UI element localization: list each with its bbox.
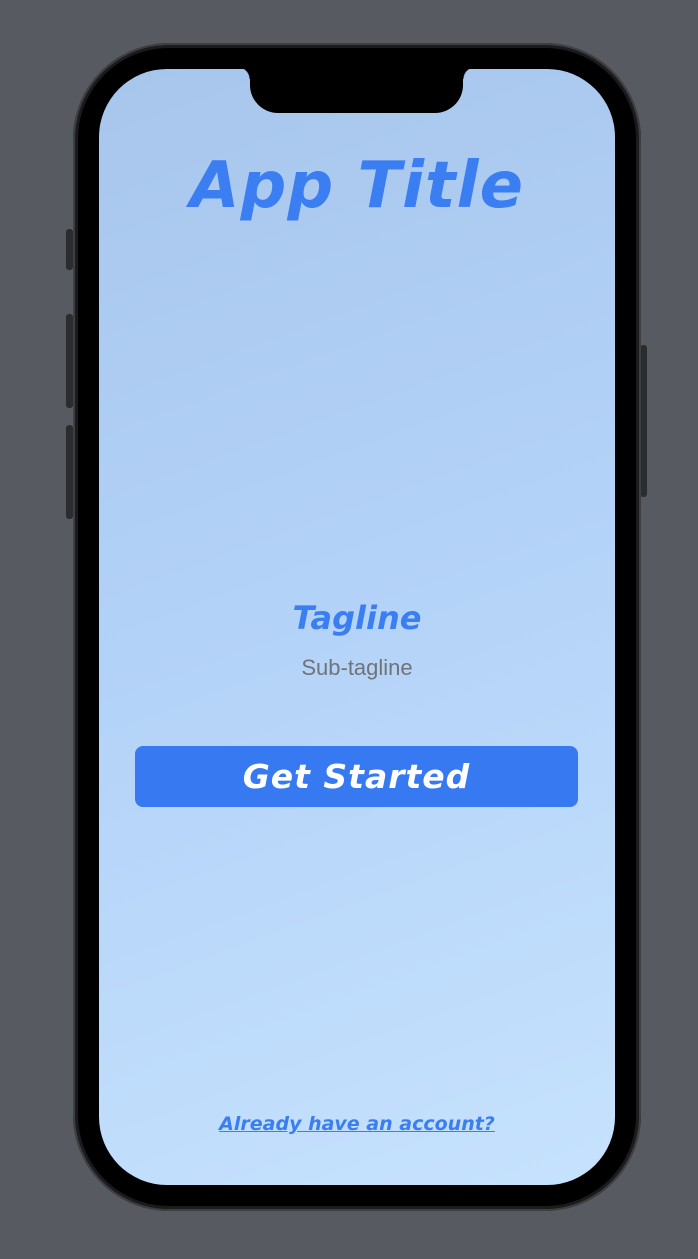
- device-notch: [238, 69, 475, 113]
- get-started-button[interactable]: Get Started: [135, 746, 578, 807]
- login-link[interactable]: Already have an account?: [99, 1113, 615, 1135]
- power-button: [640, 345, 647, 497]
- tagline: Tagline: [292, 599, 422, 637]
- silent-switch: [66, 229, 73, 270]
- app-title: App Title: [190, 149, 524, 223]
- app-screen: App Title Tagline Sub-tagline Get Starte…: [99, 69, 615, 1185]
- volume-up-button: [66, 314, 73, 408]
- sub-tagline: Sub-tagline: [301, 655, 413, 680]
- volume-down-button: [66, 425, 73, 519]
